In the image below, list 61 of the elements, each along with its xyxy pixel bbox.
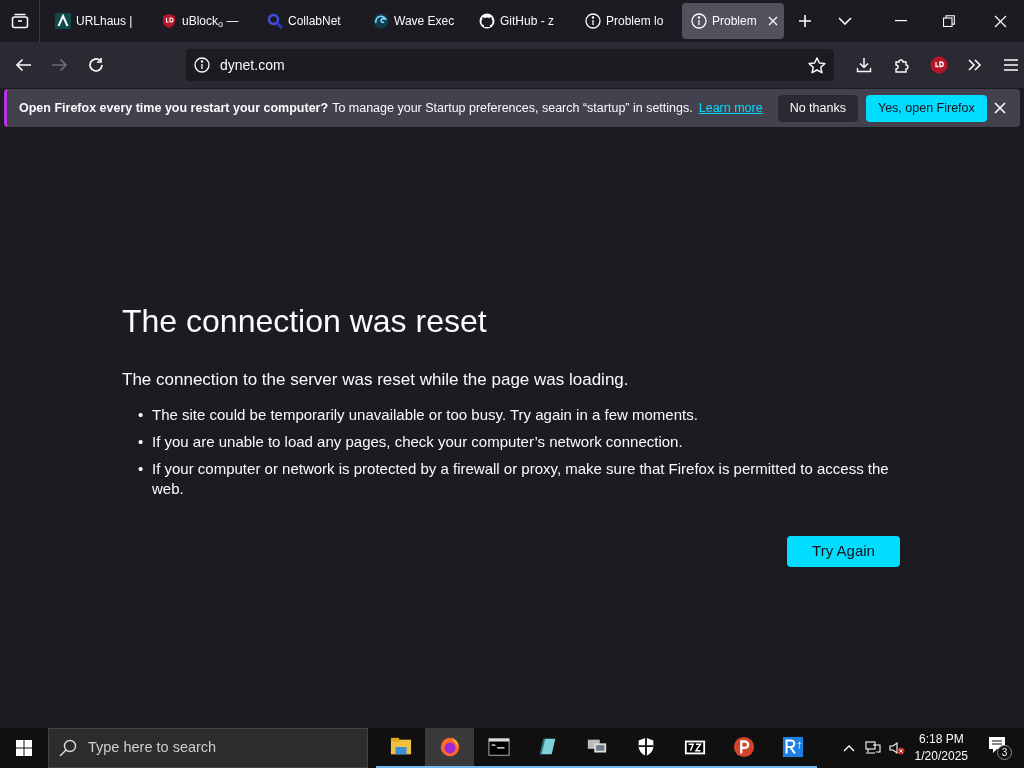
bullet-marker: •: [138, 431, 145, 452]
restore-icon[interactable]: [943, 15, 955, 27]
windows-start-icon[interactable]: [16, 740, 32, 756]
url-text: dynet.com: [220, 55, 285, 75]
star-icon[interactable]: [808, 56, 826, 74]
puzzle-icon[interactable]: [894, 57, 910, 73]
close-icon[interactable]: [994, 102, 1006, 114]
search-icon: [59, 739, 77, 757]
notification-count-badge: 3: [997, 745, 1012, 760]
error-title: The connection was reset: [122, 302, 488, 341]
reload-icon[interactable]: [88, 57, 104, 73]
bullet-text: The site could be temporarily unavailable or too busy. Try again in a few moments.: [152, 404, 698, 425]
info-icon: [585, 13, 601, 29]
r-logo-icon: [781, 736, 804, 758]
bullet-text: If you are unable to load any pages, check your computer’s network connection.: [152, 431, 683, 452]
terminal-icon: [487, 736, 510, 758]
browser-tab[interactable]: GitHub - z: [470, 3, 572, 39]
browser-tab[interactable]: Problem: [682, 3, 784, 39]
browser-tab[interactable]: Wave Exec: [364, 3, 466, 39]
download-icon[interactable]: [856, 57, 872, 73]
browser-tab[interactable]: URLhaus |: [46, 3, 148, 39]
bullet-text: If your computer or network is protected by a firewall or proxy, make sure that Firefox is permitted to access the web.: [152, 458, 890, 499]
notification-message: To manage your Startup preferences, search “startup” in settings.: [332, 99, 693, 117]
shield-icon: [161, 13, 177, 29]
try-again-button[interactable]: Try Again: [787, 535, 900, 567]
bullet-marker: •: [138, 458, 145, 479]
close-icon[interactable]: [994, 14, 1007, 28]
chevron-down-icon[interactable]: [838, 17, 852, 25]
yes-open-button[interactable]: Yes, open Firefox: [865, 94, 987, 122]
new-tab-icon[interactable]: [798, 14, 812, 28]
minimize-icon[interactable]: [895, 20, 907, 22]
forward-arrow-icon: [51, 58, 68, 72]
browser-tab[interactable]: CollabNet: [258, 3, 360, 39]
p-logo-icon: [732, 736, 755, 758]
triangle-logo-icon: [55, 13, 71, 29]
notification-question: Open Firefox every time you restart your computer?: [19, 99, 329, 117]
taskbar-search-field[interactable]: Type here to search: [48, 728, 368, 768]
shield-icon[interactable]: [930, 56, 948, 74]
back-arrow-icon[interactable]: [15, 58, 32, 72]
clock-time: 6:18 PM: [918, 731, 964, 748]
magnifier-icon: [267, 13, 283, 29]
bullet-marker: •: [138, 404, 145, 425]
swirl-icon: [373, 13, 389, 29]
address-bar[interactable]: dynet.com: [186, 49, 834, 81]
muted-speaker-icon[interactable]: [888, 741, 905, 755]
network-icon[interactable]: [864, 741, 881, 755]
clock-date: 1/20/2025: [914, 748, 968, 765]
search-placeholder: Type here to search: [88, 738, 217, 758]
browser-tab[interactable]: uBlock$_{o}$ —: [152, 3, 254, 39]
learn-more-link[interactable]: Learn more: [698, 98, 763, 118]
error-description: The connection to the server was reset while the page was loading.: [122, 369, 630, 391]
no-thanks-button[interactable]: No thanks: [777, 94, 858, 122]
firefox-icon: [438, 736, 461, 758]
close-icon[interactable]: [768, 16, 778, 26]
chevron-up-icon[interactable]: [842, 744, 855, 752]
info-icon: [691, 13, 707, 29]
tab-overview-icon[interactable]: [10, 13, 29, 29]
menu-icon[interactable]: [1004, 59, 1018, 71]
double-chevron-icon[interactable]: [968, 59, 982, 71]
browser-tab[interactable]: Problem lo: [576, 3, 678, 39]
info-icon[interactable]: [194, 57, 210, 73]
